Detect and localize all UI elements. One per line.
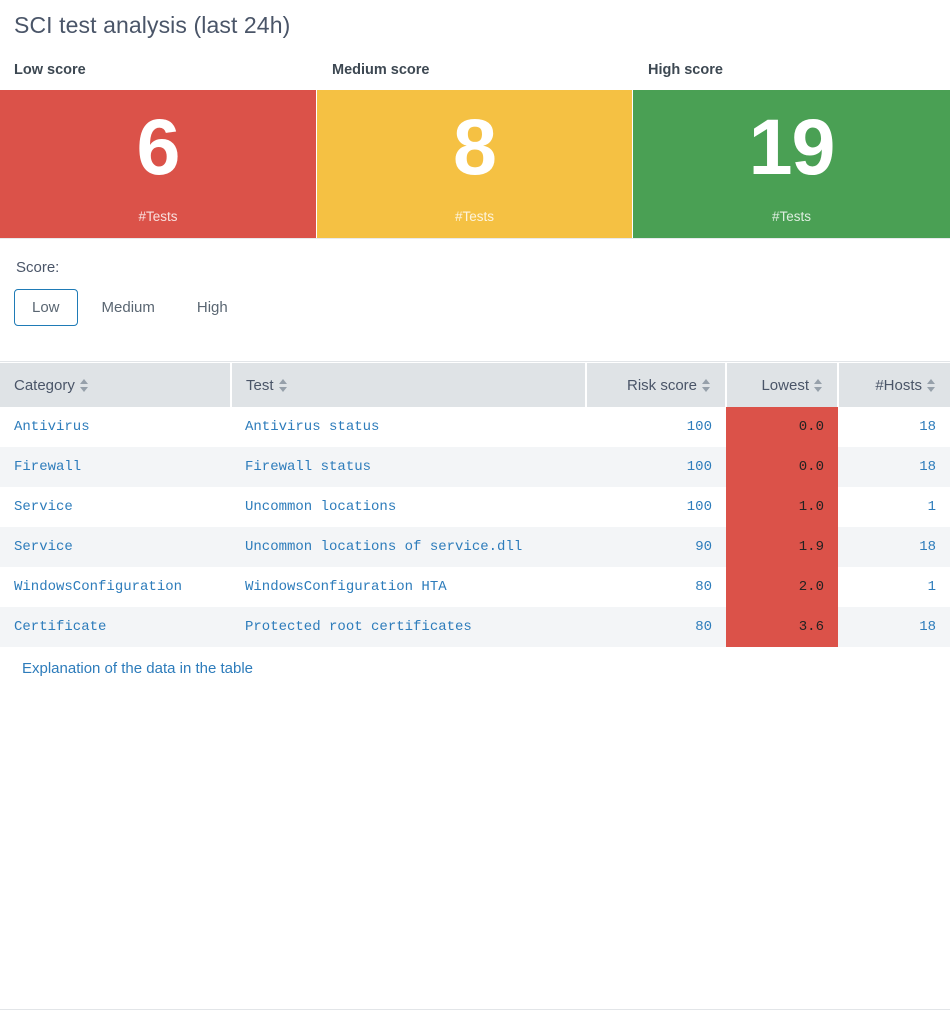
sort-icon[interactable] xyxy=(80,379,89,392)
cell-lowest: 0.0 xyxy=(726,407,838,447)
cell-test: WindowsConfiguration HTA xyxy=(231,567,586,607)
score-card-high-value: 19 xyxy=(633,104,950,190)
score-cards: 6 #Tests 8 #Tests 19 #Tests xyxy=(0,90,950,238)
cell-test: Antivirus status xyxy=(231,407,586,447)
score-card-medium[interactable]: 8 #Tests xyxy=(317,90,632,238)
sort-icon[interactable] xyxy=(702,379,711,392)
score-card-medium-unit: #Tests xyxy=(317,209,632,224)
cell-test: Firewall status xyxy=(231,447,586,487)
filter-chip-low[interactable]: Low xyxy=(14,289,78,326)
cell-risk: 100 xyxy=(586,487,726,527)
table-row[interactable]: FirewallFirewall status1000.018 xyxy=(0,447,950,487)
table-row[interactable]: ServiceUncommon locations of service.dll… xyxy=(0,527,950,567)
cell-hosts: 18 xyxy=(838,447,950,487)
column-header-test-label: Test xyxy=(246,377,274,394)
cell-test: Uncommon locations of service.dll xyxy=(231,527,586,567)
column-header-hosts[interactable]: #Hosts xyxy=(838,363,950,407)
cell-risk: 100 xyxy=(586,447,726,487)
score-card-low[interactable]: 6 #Tests xyxy=(0,90,316,238)
cell-lowest: 2.0 xyxy=(726,567,838,607)
column-header-risk-score-label: Risk score xyxy=(627,377,697,394)
table-body: AntivirusAntivirus status1000.018Firewal… xyxy=(0,407,950,647)
cell-risk: 80 xyxy=(586,567,726,607)
cell-category: Firewall xyxy=(0,447,231,487)
column-header-risk-score[interactable]: Risk score xyxy=(586,363,726,407)
cell-risk: 100 xyxy=(586,407,726,447)
dashboard-page: SCI test analysis (last 24h) Low score M… xyxy=(0,0,950,693)
score-filter-buttons: Low Medium High xyxy=(14,289,252,326)
cell-category: WindowsConfiguration xyxy=(0,567,231,607)
table-row[interactable]: CertificateProtected root certificates80… xyxy=(0,607,950,647)
score-card-high[interactable]: 19 #Tests xyxy=(633,90,950,238)
cell-category: Service xyxy=(0,487,231,527)
score-card-labels: Low score Medium score High score xyxy=(0,62,950,88)
table-header-row: Category Test Risk score Lowest #Hosts xyxy=(0,363,950,407)
cell-category: Antivirus xyxy=(0,407,231,447)
sort-icon[interactable] xyxy=(927,379,936,392)
results-table-wrap: Category Test Risk score Lowest #Hosts A… xyxy=(0,363,950,647)
cell-risk: 80 xyxy=(586,607,726,647)
page-title: SCI test analysis (last 24h) xyxy=(14,12,290,39)
score-filter-panel: Score: Low Medium High xyxy=(0,238,950,362)
cell-lowest: 0.0 xyxy=(726,447,838,487)
cell-hosts: 1 xyxy=(838,567,950,607)
table-footer: Explanation of the data in the table xyxy=(0,647,950,693)
cell-lowest: 3.6 xyxy=(726,607,838,647)
table-row[interactable]: ServiceUncommon locations1001.01 xyxy=(0,487,950,527)
cell-hosts: 18 xyxy=(838,527,950,567)
results-table: Category Test Risk score Lowest #Hosts A… xyxy=(0,363,950,647)
column-header-lowest[interactable]: Lowest xyxy=(726,363,838,407)
card-label-low: Low score xyxy=(14,62,86,78)
sort-icon[interactable] xyxy=(279,379,288,392)
score-filter-label: Score: xyxy=(16,259,59,276)
score-card-high-unit: #Tests xyxy=(633,209,950,224)
column-header-hosts-label: #Hosts xyxy=(875,377,922,394)
score-card-low-unit: #Tests xyxy=(0,209,316,224)
cell-test: Uncommon locations xyxy=(231,487,586,527)
cell-test: Protected root certificates xyxy=(231,607,586,647)
explanation-link[interactable]: Explanation of the data in the table xyxy=(22,660,253,677)
score-card-medium-value: 8 xyxy=(317,104,632,190)
filter-chip-high[interactable]: High xyxy=(179,289,246,326)
score-card-low-value: 6 xyxy=(0,104,316,190)
cell-category: Service xyxy=(0,527,231,567)
cell-hosts: 18 xyxy=(838,607,950,647)
sort-icon[interactable] xyxy=(814,379,823,392)
card-label-medium: Medium score xyxy=(332,62,430,78)
cell-category: Certificate xyxy=(0,607,231,647)
card-label-high: High score xyxy=(648,62,723,78)
table-row[interactable]: AntivirusAntivirus status1000.018 xyxy=(0,407,950,447)
cell-lowest: 1.9 xyxy=(726,527,838,567)
column-header-category-label: Category xyxy=(14,377,75,394)
table-row[interactable]: WindowsConfigurationWindowsConfiguration… xyxy=(0,567,950,607)
filter-chip-medium[interactable]: Medium xyxy=(84,289,173,326)
cell-lowest: 1.0 xyxy=(726,487,838,527)
cell-hosts: 1 xyxy=(838,487,950,527)
column-header-test[interactable]: Test xyxy=(231,363,586,407)
column-header-category[interactable]: Category xyxy=(0,363,231,407)
cell-hosts: 18 xyxy=(838,407,950,447)
cell-risk: 90 xyxy=(586,527,726,567)
column-header-lowest-label: Lowest xyxy=(761,377,809,394)
